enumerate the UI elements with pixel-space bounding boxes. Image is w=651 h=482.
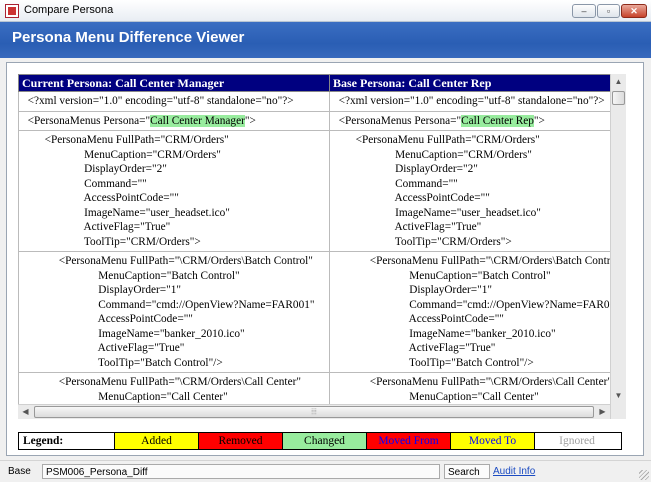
audit-info-link[interactable]: Audit Info — [493, 464, 535, 479]
current-persona-cell: <PersonaMenus Persona="Call Center Manag… — [18, 110, 330, 131]
xml-text: <PersonaMenu FullPath="\CRM/Orders\Call … — [58, 376, 301, 403]
vertical-scrollbar[interactable]: ▲ ▼ — [610, 74, 626, 419]
xml-text: <PersonaMenu FullPath="\CRM/Orders\Batch… — [58, 255, 315, 369]
vertical-scroll-thumb[interactable] — [612, 91, 625, 105]
diff-row: <PersonaMenu FullPath="CRM/Orders" MenuC… — [18, 130, 610, 252]
xml-text: <PersonaMenu FullPath="CRM/Orders" MenuC… — [44, 134, 230, 248]
xml-text: <PersonaMenu FullPath="\CRM/Orders\Batch… — [369, 255, 610, 369]
diff-row: <PersonaMenu FullPath="\CRM/Orders\Batch… — [18, 251, 610, 373]
legend-moved-from: Moved From — [367, 433, 451, 449]
diff-row: <PersonaMenus Persona="Call Center Manag… — [18, 110, 610, 131]
diff-viewer[interactable]: Current Persona: Call Center Manager Bas… — [18, 74, 610, 404]
xml-text: <PersonaMenus Persona=" — [22, 114, 151, 127]
scroll-right-button[interactable]: ▶ — [595, 405, 610, 420]
xml-text: "> — [244, 114, 256, 127]
maximize-button[interactable]: ▫ — [597, 4, 620, 18]
current-persona-cell: <PersonaMenu FullPath="\CRM/Orders\Call … — [18, 372, 330, 404]
header-banner: Persona Menu Difference Viewer — [0, 22, 651, 58]
page-title: Persona Menu Difference Viewer — [12, 29, 245, 46]
minimize-button[interactable]: ‒ — [572, 4, 596, 18]
changed-text: Call Center Manager — [150, 114, 245, 127]
diff-row: <?xml version="1.0" encoding="utf-8" sta… — [18, 91, 610, 112]
status-bar: Base PSM006_Persona_Diff Search Audit In… — [0, 460, 651, 482]
horizontal-scrollbar[interactable]: ◀ ⦙⦙⦙ ▶ — [18, 404, 610, 419]
horizontal-scroll-thumb[interactable]: ⦙⦙⦙ — [34, 406, 594, 418]
resize-grip[interactable] — [639, 470, 649, 480]
scroll-down-button[interactable]: ▼ — [611, 388, 626, 403]
scroll-left-button[interactable]: ◀ — [18, 405, 33, 420]
status-label: Base — [8, 466, 31, 477]
base-persona-cell: <PersonaMenu FullPath="CRM/Orders" MenuC… — [329, 130, 610, 252]
base-persona-cell: <PersonaMenus Persona="Call Center Rep"> — [329, 110, 610, 131]
current-persona-cell: <?xml version="1.0" encoding="utf-8" sta… — [18, 91, 330, 112]
current-persona-cell: <PersonaMenu FullPath="CRM/Orders" MenuC… — [18, 130, 330, 252]
current-persona-cell: <PersonaMenu FullPath="\CRM/Orders\Batch… — [18, 251, 330, 373]
window-title: Compare Persona — [24, 4, 114, 16]
legend: Legend: Added Removed Changed Moved From Mov… — [18, 432, 622, 450]
diff-row: <PersonaMenu FullPath="\CRM/Orders\Call … — [18, 372, 610, 404]
legend-removed: Removed — [199, 433, 283, 449]
xml-text: <PersonaMenus Persona=" — [333, 114, 462, 127]
base-persona-cell: <PersonaMenu FullPath="\CRM/Orders\Call … — [329, 372, 610, 404]
status-persona-field: PSM006_Persona_Diff — [42, 464, 440, 479]
app-icon — [5, 4, 19, 18]
title-bar: Compare Persona ‒ ▫ ✕ — [0, 0, 651, 22]
xml-text: "> — [533, 114, 545, 127]
diff-rows: <?xml version="1.0" encoding="utf-8" sta… — [18, 91, 610, 404]
base-persona-cell: <?xml version="1.0" encoding="utf-8" sta… — [329, 91, 610, 112]
changed-text: Call Center Rep — [461, 114, 534, 127]
xml-text: <PersonaMenu FullPath="CRM/Orders" MenuC… — [355, 134, 541, 248]
close-button[interactable]: ✕ — [621, 4, 647, 18]
legend-moved-to: Moved To — [451, 433, 535, 449]
base-persona-cell: <PersonaMenu FullPath="\CRM/Orders\Batch… — [329, 251, 610, 373]
diff-panel: Current Persona: Call Center Manager Bas… — [6, 62, 644, 456]
current-persona-header: Current Persona: Call Center Manager — [18, 74, 330, 92]
xml-text: <PersonaMenu FullPath="\CRM/Orders\Call … — [369, 376, 610, 403]
scroll-up-button[interactable]: ▲ — [611, 74, 626, 89]
legend-added: Added — [115, 433, 199, 449]
search-field[interactable]: Search — [444, 464, 490, 479]
legend-changed: Changed — [283, 433, 367, 449]
diff-table: Current Persona: Call Center Manager Bas… — [18, 74, 610, 404]
xml-text: <?xml version="1.0" encoding="utf-8" sta… — [22, 95, 294, 107]
xml-text: <?xml version="1.0" encoding="utf-8" sta… — [333, 95, 605, 107]
legend-ignored: Ignored — [535, 433, 619, 449]
legend-label: Legend: — [19, 433, 115, 449]
base-persona-header: Base Persona: Call Center Rep — [329, 74, 610, 92]
